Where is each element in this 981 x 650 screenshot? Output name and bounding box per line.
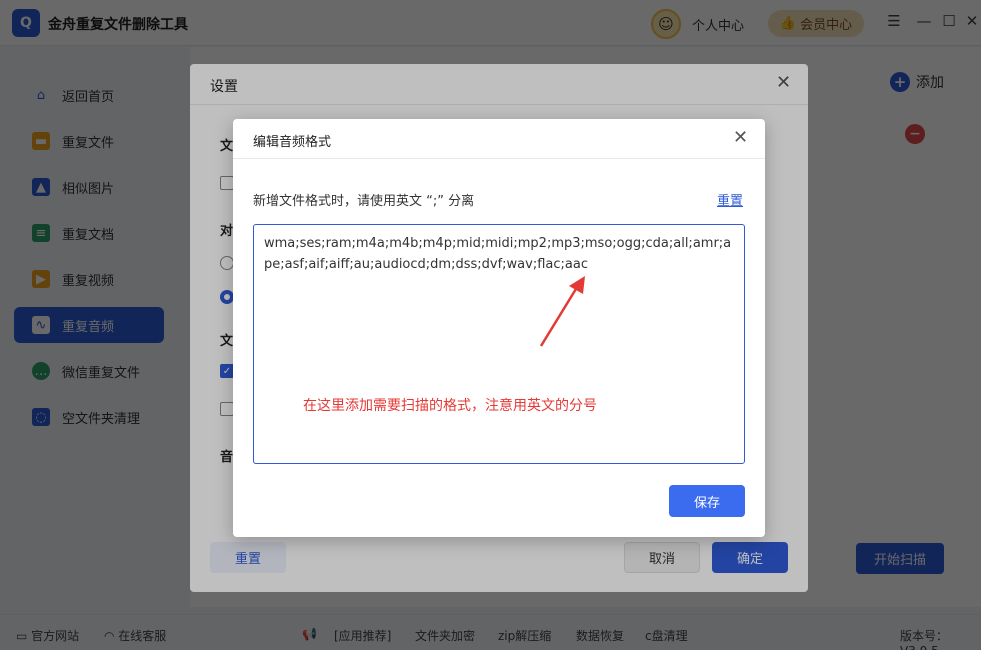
annotation-arrow-icon [539, 276, 585, 347]
annotation-text: 在这里添加需要扫描的格式，注意用英文的分号 [303, 398, 597, 414]
save-button[interactable]: 保存 [669, 485, 745, 517]
close-icon[interactable]: ✕ [733, 127, 748, 148]
audio-format-textarea[interactable]: wma;ses;ram;m4a;m4b;m4p;mid;midi;mp2;mp3… [253, 224, 745, 464]
edit-audio-format-dialog: 编辑音频格式 ✕ 新增文件格式时，请使用英文 “;” 分离 重置 wma;ses… [233, 119, 765, 537]
format-hint: 新增文件格式时，请使用英文 “;” 分离 [253, 194, 475, 209]
reset-link[interactable]: 重置 [717, 190, 743, 209]
divider [233, 158, 765, 159]
dialog-title: 编辑音频格式 [253, 135, 332, 150]
